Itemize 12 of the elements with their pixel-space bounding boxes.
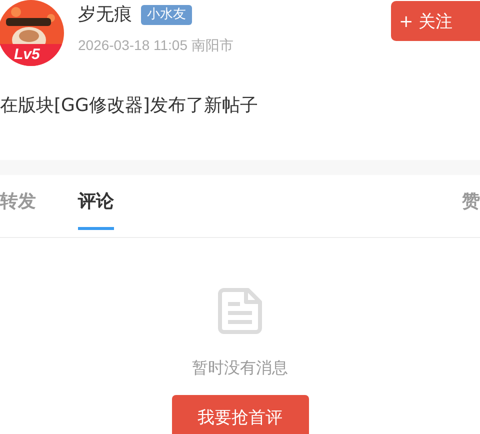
tab[interactable]: 评论 bbox=[78, 175, 114, 230]
user-name: 岁无痕 bbox=[78, 4, 132, 26]
follow-button[interactable]: + 关注 bbox=[391, 1, 480, 41]
first-comment-button[interactable]: 我要抢首评 bbox=[172, 395, 308, 434]
tab[interactable]: 赞 bbox=[462, 175, 480, 230]
tab[interactable]: 转发 bbox=[0, 175, 36, 230]
user-rank-badge: 小水友 bbox=[141, 5, 192, 25]
empty-message: 暂时没有消息 bbox=[192, 358, 288, 379]
post-time: 2026-03-18 11:05 南阳市 bbox=[78, 37, 234, 55]
post-text: 在版块[GG修改器]发布了新帖子 bbox=[0, 94, 259, 118]
document-icon bbox=[218, 288, 262, 334]
level-label: Lv5 bbox=[14, 46, 40, 64]
